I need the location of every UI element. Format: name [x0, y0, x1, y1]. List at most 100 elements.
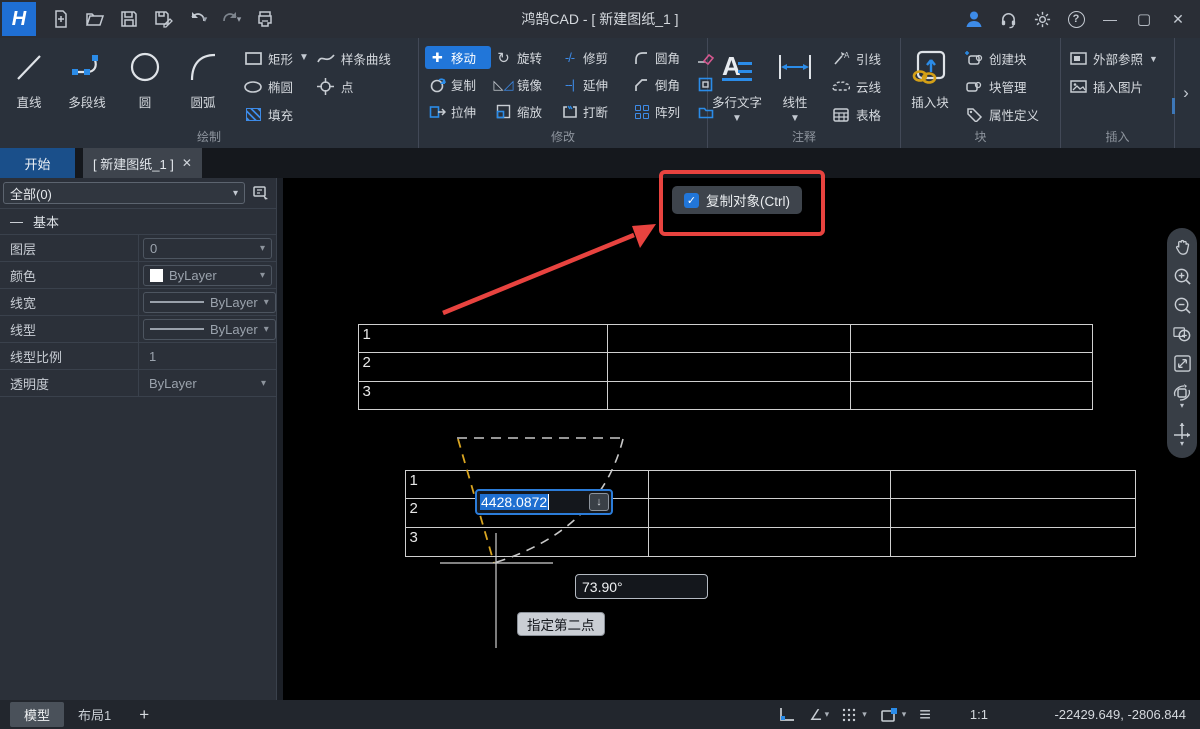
ribbon-button-block-manager[interactable]: 块管理 [961, 74, 1043, 99]
save-as-button[interactable] [148, 5, 178, 33]
object-snap-toggle[interactable]: ▾ [880, 707, 907, 723]
ribbon-button-array[interactable]: 阵列 [629, 100, 693, 123]
add-layout-button[interactable]: + [125, 705, 163, 725]
close-button[interactable]: ✕ [1162, 4, 1194, 34]
ribbon-button-extend[interactable]: --| 延伸 [557, 73, 629, 96]
new-file-button[interactable] [46, 5, 76, 33]
ribbon-button-scale[interactable]: 缩放 [491, 100, 557, 123]
save-button[interactable] [114, 5, 144, 33]
ribbon-button-stretch[interactable]: 拉伸 [425, 100, 491, 123]
ribbon-button-mirror[interactable]: ◺◿ 镜像 [491, 73, 557, 96]
ribbon-button-mtext[interactable]: A 多行文字 ▼ [708, 44, 766, 123]
ribbon-button-break[interactable]: 打断 [557, 100, 629, 123]
copy-object-checkbox[interactable]: ✓ [684, 193, 699, 208]
ribbon-button-insert-image[interactable]: 插入图片 [1065, 74, 1162, 99]
ribbon-button-insert-block[interactable]: 插入块 [901, 44, 959, 111]
ribbon-button-xref[interactable]: 外部参照 ▼ [1065, 46, 1162, 71]
ribbon-button-copy[interactable]: 复制 [425, 73, 491, 96]
dynamic-length-input[interactable]: 4428.0872 ↓ [475, 489, 613, 515]
free-move-button[interactable]: ▾ [1170, 417, 1194, 451]
account-button[interactable] [958, 4, 990, 34]
lineweight-dropdown[interactable]: ByLayer ▾ [143, 292, 276, 313]
linear-dim-caret-icon[interactable]: ▼ [790, 115, 800, 123]
ribbon-button-move[interactable]: ✚ 移动 [425, 46, 491, 69]
input-history-button[interactable]: ↓ [589, 493, 609, 511]
dynamic-angle-input[interactable]: 73.90° [575, 574, 708, 599]
drawing-canvas[interactable]: 1 2 3 1 2 3 ✓ 复制对象(Ctrl) 4428.0872 ↓ [283, 178, 1200, 700]
undo-caret-icon[interactable]: ▾ [203, 14, 208, 25]
zoom-window-button[interactable] [1170, 322, 1194, 346]
collapse-icon[interactable]: — [10, 214, 23, 229]
tab-layout1[interactable]: 布局1 [64, 702, 125, 727]
zoom-out-button[interactable] [1170, 293, 1194, 317]
ribbon-button-chamfer[interactable]: 倒角 [629, 73, 693, 96]
ribbon-expand-button[interactable]: › [1175, 38, 1197, 148]
mtext-caret-icon[interactable]: ▼ [732, 115, 742, 123]
quick-select-button[interactable] [249, 182, 273, 204]
ribbon-button-rotate[interactable]: ↻ 旋转 [491, 46, 557, 69]
ribbon-button-attr-define[interactable]: 属性定义 [961, 102, 1043, 127]
pan-button[interactable] [1170, 235, 1194, 259]
block-manager-icon [965, 80, 983, 94]
scale-icon [496, 104, 511, 119]
zoom-in-button[interactable] [1170, 264, 1194, 288]
app-logo[interactable]: H [2, 2, 36, 36]
prop-row-linetype: 线型 ByLayer ▾ [0, 316, 276, 343]
undo-button[interactable]: ▾ [182, 5, 212, 33]
tab-model-space[interactable]: 模型 [10, 702, 64, 727]
selection-filter-dropdown[interactable]: 全部(0) ▾ [3, 182, 245, 204]
polar-tracking-toggle[interactable]: ∠ ▾ [809, 706, 829, 724]
ribbon-button-arc[interactable]: 圆弧 [174, 44, 232, 111]
ribbon-button-rectangle[interactable]: 矩形 [240, 46, 297, 71]
orbit-caret-icon[interactable]: ▾ [1180, 403, 1184, 409]
prop-row-transparency: 透明度 ByLayer ▾ [0, 370, 276, 397]
snap-grid-toggle[interactable]: ▾ [842, 707, 867, 722]
ribbon: 直线 多段线 圆 圆弧 矩形 椭圆 [0, 38, 1200, 148]
tab-start[interactable]: 开始 [0, 148, 75, 178]
print-button[interactable] [250, 5, 280, 33]
layer-dropdown[interactable]: 0 ▾ [143, 238, 272, 259]
ribbon-button-trim[interactable]: -/- 修剪 [557, 46, 629, 69]
redo-button[interactable]: ▾ [216, 5, 246, 33]
maximize-button[interactable]: ▢ [1128, 4, 1160, 34]
orbit-button[interactable]: ▾ [1170, 380, 1194, 412]
ribbon-button-ellipse[interactable]: 椭圆 [240, 74, 297, 99]
xref-caret-icon[interactable]: ▼ [1149, 54, 1158, 64]
ribbon-button-point[interactable]: 点 [313, 74, 395, 99]
status-menu-button[interactable]: ≡ [919, 708, 931, 722]
annotation-scale[interactable]: 1:1 [970, 707, 988, 722]
new-file-icon [51, 9, 71, 29]
ellipse-icon [244, 81, 262, 93]
properties-panel: 全部(0) ▾ — 基本 图层 0 ▾ 颜色 ByLayer ▾ 线宽 [0, 178, 277, 700]
ribbon-button-leader[interactable]: A 引线 [828, 46, 885, 71]
color-dropdown[interactable]: ByLayer ▾ [143, 265, 272, 286]
ribbon-button-create-block[interactable]: 创建块 [961, 46, 1043, 71]
redo-caret-icon[interactable]: ▾ [237, 14, 242, 25]
open-file-button[interactable] [80, 5, 110, 33]
ortho-toggle[interactable] [778, 707, 796, 722]
draw-more-caret-icon[interactable]: ▼ [297, 44, 311, 63]
axes-caret-icon[interactable]: ▾ [1180, 441, 1184, 447]
linetype-dropdown[interactable]: ByLayer ▾ [143, 319, 276, 340]
ribbon-button-line[interactable]: 直线 [0, 44, 58, 111]
tab-close-icon[interactable]: ✕ [182, 156, 192, 170]
settings-button[interactable] [1026, 4, 1058, 34]
zoom-extents-button[interactable] [1170, 351, 1194, 375]
help-button[interactable]: ? [1060, 4, 1092, 34]
chevron-right-icon: › [1183, 83, 1189, 103]
ribbon-button-fillet[interactable]: 圆角 [629, 46, 693, 69]
dynamic-length-value[interactable]: 4428.0872 [480, 494, 549, 510]
ribbon-button-polyline[interactable]: 多段线 [58, 44, 116, 111]
tab-document[interactable]: [ 新建图纸_1 ] ✕ [83, 148, 202, 178]
ribbon-button-spline[interactable]: 样条曲线 [313, 46, 395, 71]
ribbon-button-hatch[interactable]: 填充 [240, 102, 297, 127]
transparency-dropdown[interactable]: ByLayer ▾ [143, 373, 272, 394]
support-button[interactable] [992, 4, 1024, 34]
ribbon-button-revcloud[interactable]: 云线 [828, 74, 885, 99]
ribbon-button-table[interactable]: 表格 [828, 102, 885, 127]
ltscale-field[interactable]: 1 [143, 346, 272, 367]
minimize-button[interactable]: — [1094, 4, 1126, 34]
ribbon-button-circle[interactable]: 圆 [116, 44, 174, 111]
properties-section-basic[interactable]: — 基本 [0, 208, 276, 235]
ribbon-button-linear-dim[interactable]: 线性 ▼ [766, 44, 824, 123]
